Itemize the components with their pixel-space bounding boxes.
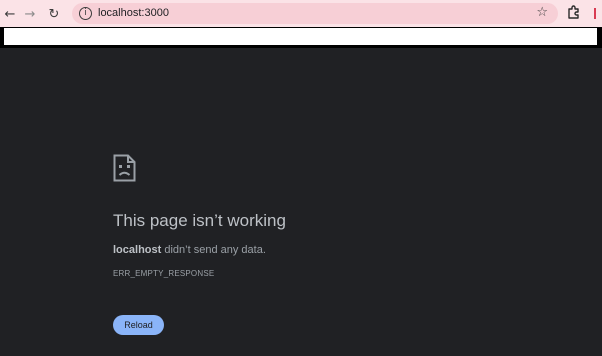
error-page: This page isn’t working localhost didn’t… bbox=[0, 48, 602, 356]
address-url[interactable]: localhost:3000 bbox=[98, 6, 169, 21]
forward-button[interactable]: → bbox=[20, 4, 40, 24]
blank-bar bbox=[0, 27, 602, 48]
error-message-text: didn’t send any data. bbox=[164, 244, 266, 256]
site-info-icon[interactable]: i bbox=[79, 7, 92, 20]
refresh-icon: ↻ bbox=[48, 6, 60, 22]
star-icon[interactable]: ☆ bbox=[536, 5, 548, 20]
blank-bar-fill bbox=[4, 28, 597, 45]
error-title: This page isn’t working bbox=[113, 211, 286, 230]
address-bar[interactable]: i localhost:3000 ☆ bbox=[72, 3, 558, 24]
browser-reload-button[interactable]: ↻ bbox=[44, 4, 64, 24]
sad-page-icon bbox=[113, 154, 136, 182]
profile-menu-marker[interactable] bbox=[594, 8, 596, 19]
arrow-right-icon: → bbox=[24, 6, 36, 22]
puzzle-icon[interactable] bbox=[566, 5, 582, 21]
arrow-left-icon: ← bbox=[4, 6, 16, 22]
error-message: localhost didn’t send any data. bbox=[113, 244, 266, 256]
back-button[interactable]: ← bbox=[0, 4, 20, 24]
error-host: localhost bbox=[113, 244, 162, 256]
reload-button[interactable]: Reload bbox=[113, 315, 164, 335]
browser-toolbar: ← → ↻ i localhost:3000 ☆ bbox=[0, 0, 602, 27]
error-code: ERR_EMPTY_RESPONSE bbox=[113, 269, 215, 278]
